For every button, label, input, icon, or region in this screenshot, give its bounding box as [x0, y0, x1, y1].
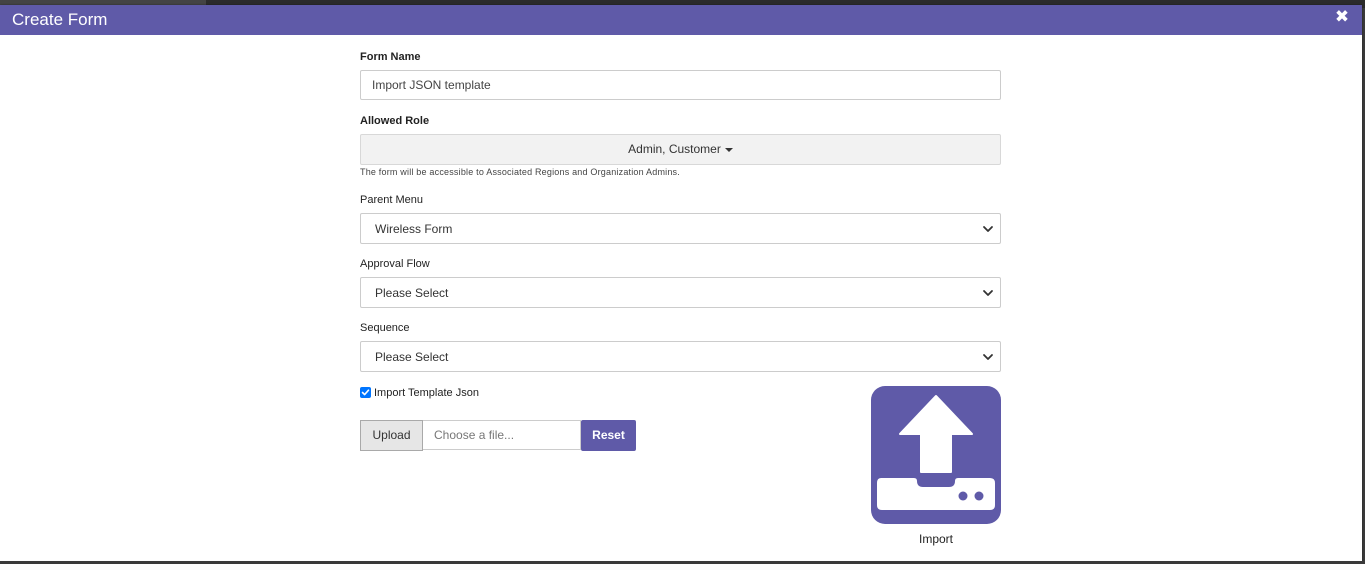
allowed-role-label: Allowed Role — [360, 115, 430, 127]
caret-down-icon — [724, 147, 733, 152]
sequence-value: Please Select — [375, 350, 449, 364]
form-name-label: Form Name — [360, 51, 421, 63]
form-name-input[interactable] — [360, 70, 1001, 100]
allowed-role-value: Admin, Customer — [628, 142, 721, 156]
chevron-down-icon — [983, 290, 993, 296]
approval-flow-select[interactable]: Please Select — [360, 277, 1001, 308]
allowed-role-help: The form will be accessible to Associate… — [360, 167, 680, 177]
approval-flow-label: Approval Flow — [360, 258, 430, 270]
file-name-input[interactable] — [423, 420, 581, 450]
import-template-checkbox[interactable] — [360, 387, 371, 398]
chevron-down-icon — [983, 226, 993, 232]
sequence-select[interactable]: Please Select — [360, 341, 1001, 372]
chevron-down-icon — [983, 354, 993, 360]
import-tile-button[interactable] — [871, 386, 1001, 524]
parent-menu-value: Wireless Form — [375, 222, 453, 236]
modal-header: Create Form ✖ — [0, 5, 1362, 35]
allowed-role-dropdown[interactable]: Admin, Customer — [360, 134, 1001, 165]
checkmark-icon — [361, 389, 370, 396]
close-icon[interactable]: ✖ — [1334, 8, 1350, 26]
parent-menu-select[interactable]: Wireless Form — [360, 213, 1001, 244]
sequence-label: Sequence — [360, 322, 410, 334]
approval-flow-value: Please Select — [375, 286, 449, 300]
reset-button[interactable]: Reset — [581, 420, 636, 451]
modal-title: Create Form — [12, 10, 108, 29]
upload-button[interactable]: Upload — [360, 420, 423, 451]
upload-tray-icon — [877, 395, 995, 510]
import-template-label: Import Template Json — [374, 387, 479, 399]
parent-menu-label: Parent Menu — [360, 194, 423, 206]
import-label: Import — [918, 532, 953, 546]
